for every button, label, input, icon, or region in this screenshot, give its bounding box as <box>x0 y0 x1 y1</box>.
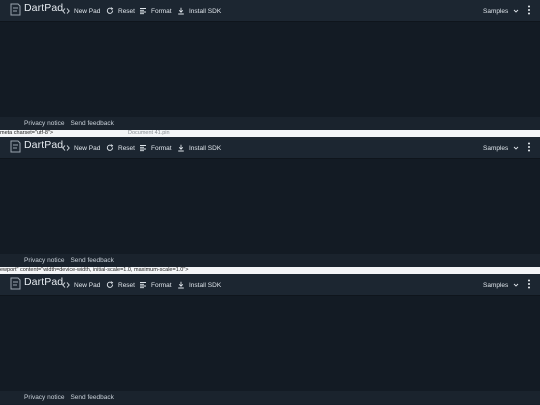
download-icon <box>177 144 185 152</box>
footer: Privacy notice Send feedback <box>0 117 540 130</box>
source-strip-2: ewport" content="width=device-width, ini… <box>0 267 540 274</box>
more-vert-icon[interactable] <box>525 4 533 16</box>
send-feedback-link[interactable]: Send feedback <box>70 394 113 401</box>
more-vert-icon[interactable] <box>525 278 533 290</box>
app-title: DartPad <box>24 139 64 151</box>
dartpad-frame-3: DartPad New Pad Reset Format Install SDK… <box>0 274 540 405</box>
refresh-icon <box>106 144 114 152</box>
dartpad-frame-1: DartPad New Pad Reset Format Install SDK… <box>0 0 540 130</box>
footer: Privacy notice Send feedback <box>0 391 540 404</box>
privacy-notice-link[interactable]: Privacy notice <box>24 257 64 264</box>
dartpad-logo-icon <box>10 277 21 290</box>
code-icon <box>62 281 70 289</box>
send-feedback-link[interactable]: Send feedback <box>70 120 113 127</box>
new-pad-label: New Pad <box>74 144 101 152</box>
format-label: Format <box>151 281 172 289</box>
samples-label: Samples <box>483 144 509 152</box>
footer: Privacy notice Send feedback <box>0 254 540 267</box>
chevron-down-icon <box>512 281 520 289</box>
format-button[interactable]: Format <box>139 142 172 154</box>
code-editor[interactable] <box>0 159 540 254</box>
install-sdk-button[interactable]: Install SDK <box>177 5 221 17</box>
reset-label: Reset <box>118 281 135 289</box>
chevron-down-icon <box>512 7 520 15</box>
refresh-icon <box>106 7 114 15</box>
reset-label: Reset <box>118 144 135 152</box>
dartpad-logo-icon <box>10 3 21 16</box>
code-icon <box>62 7 70 15</box>
install-sdk-button[interactable]: Install SDK <box>177 279 221 291</box>
app-bar: DartPad New Pad Reset Format Install SDK… <box>0 0 540 22</box>
format-icon <box>139 144 147 152</box>
new-pad-button[interactable]: New Pad <box>62 5 100 17</box>
reset-button[interactable]: Reset <box>106 5 135 17</box>
privacy-notice-link[interactable]: Privacy notice <box>24 120 64 127</box>
format-button[interactable]: Format <box>139 279 172 291</box>
source-strip-1: meta charset="utf-8"> Document 41.pin <box>0 130 540 137</box>
code-icon <box>62 144 70 152</box>
samples-dropdown[interactable]: Samples <box>483 279 520 291</box>
download-icon <box>177 281 185 289</box>
reset-button[interactable]: Reset <box>106 142 135 154</box>
new-pad-label: New Pad <box>74 7 101 15</box>
format-button[interactable]: Format <box>139 5 172 17</box>
download-icon <box>177 7 185 15</box>
source-code-line: meta charset="utf-8"> <box>0 130 54 136</box>
chevron-down-icon <box>512 144 520 152</box>
samples-dropdown[interactable]: Samples <box>483 142 520 154</box>
format-label: Format <box>151 144 172 152</box>
app-bar: DartPad New Pad Reset Format Install SDK… <box>0 137 540 159</box>
code-editor[interactable] <box>0 296 540 391</box>
install-sdk-label: Install SDK <box>189 281 222 289</box>
format-icon <box>139 7 147 15</box>
more-vert-icon[interactable] <box>525 141 533 153</box>
format-label: Format <box>151 7 172 15</box>
install-sdk-button[interactable]: Install SDK <box>177 142 221 154</box>
install-sdk-label: Install SDK <box>189 144 222 152</box>
code-editor[interactable] <box>0 22 540 117</box>
samples-label: Samples <box>483 281 509 289</box>
app-bar: DartPad New Pad Reset Format Install SDK… <box>0 274 540 296</box>
format-icon <box>139 281 147 289</box>
reset-label: Reset <box>118 7 135 15</box>
new-pad-button[interactable]: New Pad <box>62 279 100 291</box>
app-title: DartPad <box>24 276 64 288</box>
refresh-icon <box>106 281 114 289</box>
send-feedback-link[interactable]: Send feedback <box>70 257 113 264</box>
dartpad-frame-2: DartPad New Pad Reset Format Install SDK… <box>0 137 540 267</box>
install-sdk-label: Install SDK <box>189 7 222 15</box>
samples-label: Samples <box>483 7 509 15</box>
samples-dropdown[interactable]: Samples <box>483 5 520 17</box>
new-pad-button[interactable]: New Pad <box>62 142 100 154</box>
dartpad-logo-icon <box>10 140 21 153</box>
reset-button[interactable]: Reset <box>106 279 135 291</box>
document-label: Document 41.pin <box>128 130 170 136</box>
app-title: DartPad <box>24 2 64 14</box>
new-pad-label: New Pad <box>74 281 101 289</box>
privacy-notice-link[interactable]: Privacy notice <box>24 394 64 401</box>
source-code-line: ewport" content="width=device-width, ini… <box>0 267 189 273</box>
